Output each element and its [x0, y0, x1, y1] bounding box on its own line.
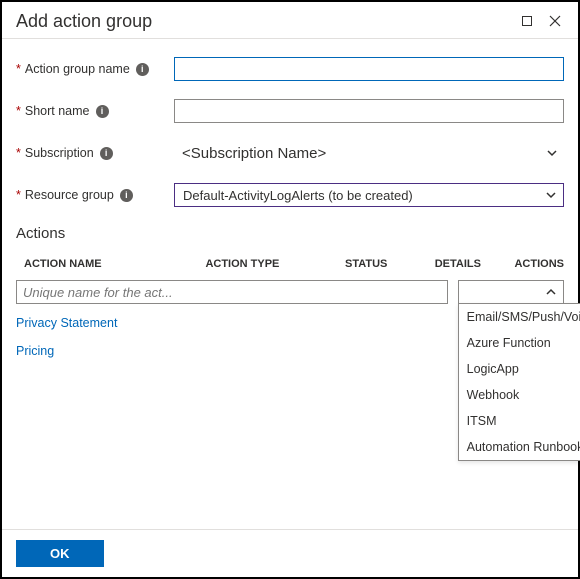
action-group-name-label: * Action group name i [16, 62, 174, 76]
actions-heading: Actions [16, 225, 578, 242]
option-logicapp[interactable]: LogicApp [459, 356, 580, 382]
action-type-dropdown: Email/SMS/Push/Voice Azure Function Logi… [458, 303, 580, 461]
col-actions: ACTIONS [514, 258, 564, 270]
subscription-select[interactable]: <Subscription Name> [174, 141, 564, 165]
info-icon[interactable]: i [120, 189, 133, 202]
resource-group-value: Default-ActivityLogAlerts (to be created… [183, 188, 413, 203]
option-automation-runbook[interactable]: Automation Runbook [459, 434, 580, 460]
label-text: Subscription [25, 146, 94, 160]
resource-group-select[interactable]: Default-ActivityLogAlerts (to be created… [174, 183, 564, 207]
required-marker: * [16, 104, 21, 118]
info-icon[interactable]: i [100, 147, 113, 160]
col-details: DETAILS [435, 258, 515, 270]
chevron-down-icon [546, 147, 558, 159]
add-action-group-panel: Add action group * Action group name i *… [0, 0, 580, 579]
label-text: Action group name [25, 62, 130, 76]
close-button[interactable] [544, 10, 566, 32]
panel-title: Add action group [16, 11, 510, 32]
option-itsm[interactable]: ITSM [459, 408, 580, 434]
action-name-input[interactable] [16, 280, 448, 304]
resource-group-label: * Resource group i [16, 188, 174, 202]
option-email-sms[interactable]: Email/SMS/Push/Voice [459, 304, 580, 330]
col-action-name: ACTION NAME [16, 258, 205, 270]
label-text: Short name [25, 104, 90, 118]
col-action-type: ACTION TYPE [205, 258, 345, 270]
ok-button[interactable]: OK [16, 540, 104, 567]
action-type-select[interactable] [458, 280, 564, 304]
required-marker: * [16, 62, 21, 76]
actions-table-header: ACTION NAME ACTION TYPE STATUS DETAILS A… [2, 252, 578, 276]
info-icon[interactable]: i [96, 105, 109, 118]
action-row: Email/SMS/Push/Voice Azure Function Logi… [2, 276, 578, 308]
col-status: STATUS [345, 258, 435, 270]
option-webhook[interactable]: Webhook [459, 382, 580, 408]
form-area: * Action group name i * Short name i * S… [2, 39, 578, 207]
chevron-down-icon [545, 189, 557, 201]
required-marker: * [16, 146, 21, 160]
short-name-input[interactable] [174, 99, 564, 123]
option-azure-function[interactable]: Azure Function [459, 330, 580, 356]
required-marker: * [16, 188, 21, 202]
short-name-label: * Short name i [16, 104, 174, 118]
footer: OK [2, 529, 578, 577]
titlebar: Add action group [2, 2, 578, 39]
chevron-up-icon [545, 286, 557, 298]
label-text: Resource group [25, 188, 114, 202]
subscription-value: <Subscription Name> [182, 145, 326, 162]
action-group-name-input[interactable] [174, 57, 564, 81]
restore-button[interactable] [516, 10, 538, 32]
info-icon[interactable]: i [136, 63, 149, 76]
subscription-label: * Subscription i [16, 146, 174, 160]
